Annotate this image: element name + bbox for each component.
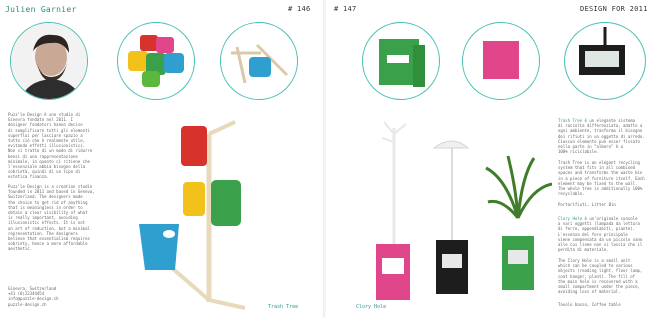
trash-tree-description: Trash Tree è un elegante sistema di racc… bbox=[558, 118, 650, 154]
trash-tree-text-en: Trash Tree is an elegant recycling syste… bbox=[558, 160, 645, 197]
pink-unit-photo bbox=[462, 22, 540, 100]
bio-english: Puzz'le Design is a creation studio foun… bbox=[8, 184, 95, 252]
clory-hole-photo bbox=[376, 121, 552, 300]
right-page: # 147 DESIGN FOR 2011 Clory Hole Trash T… bbox=[326, 0, 650, 317]
trash-tree-materials: Portarifiuti, Litter Bin bbox=[558, 202, 616, 207]
left-page: Julien Garnier # 146 Puzz'le Design è un… bbox=[0, 0, 324, 317]
header-design-for: DESIGN FOR 2011 bbox=[580, 5, 648, 13]
buckets-photo bbox=[117, 22, 195, 100]
green-unit-photo bbox=[362, 22, 440, 100]
page-number-right: # 147 bbox=[334, 5, 357, 13]
designer-name: Julien Garnier bbox=[5, 5, 77, 14]
black-unit-photo bbox=[564, 22, 646, 100]
magazine-spread: Julien Garnier # 146 Puzz'le Design è un… bbox=[0, 0, 650, 317]
clory-hole-description: Clory Hole è un'originale console a vari… bbox=[558, 216, 650, 252]
page-number-left: # 146 bbox=[288, 5, 311, 13]
designer-portrait bbox=[10, 22, 88, 100]
trash-tree-text-it: è un elegante sistema di raccolta differ… bbox=[558, 118, 645, 155]
trash-tree-photo bbox=[139, 120, 246, 310]
portrait-illustration bbox=[11, 23, 87, 99]
clory-hole-materials: Tavolo basso, Coffee table bbox=[558, 302, 621, 307]
bio-italian: Puzz'le Design è uno studio di Ginevra f… bbox=[8, 112, 93, 180]
clory-hole-text-en: The Clory Hole is a small unit which can… bbox=[558, 258, 643, 295]
caption-trash-tree: Trash Tree bbox=[268, 304, 299, 310]
contact-info: Ginevra, Switzerland +41 (0)22344454 inf… bbox=[8, 286, 59, 307]
bucket-stand-photo bbox=[220, 22, 298, 100]
clory-hole-text-it: è un'originale console a vari oggetti (l… bbox=[558, 216, 643, 253]
caption-clory-hole: Clory Hole bbox=[356, 304, 387, 310]
